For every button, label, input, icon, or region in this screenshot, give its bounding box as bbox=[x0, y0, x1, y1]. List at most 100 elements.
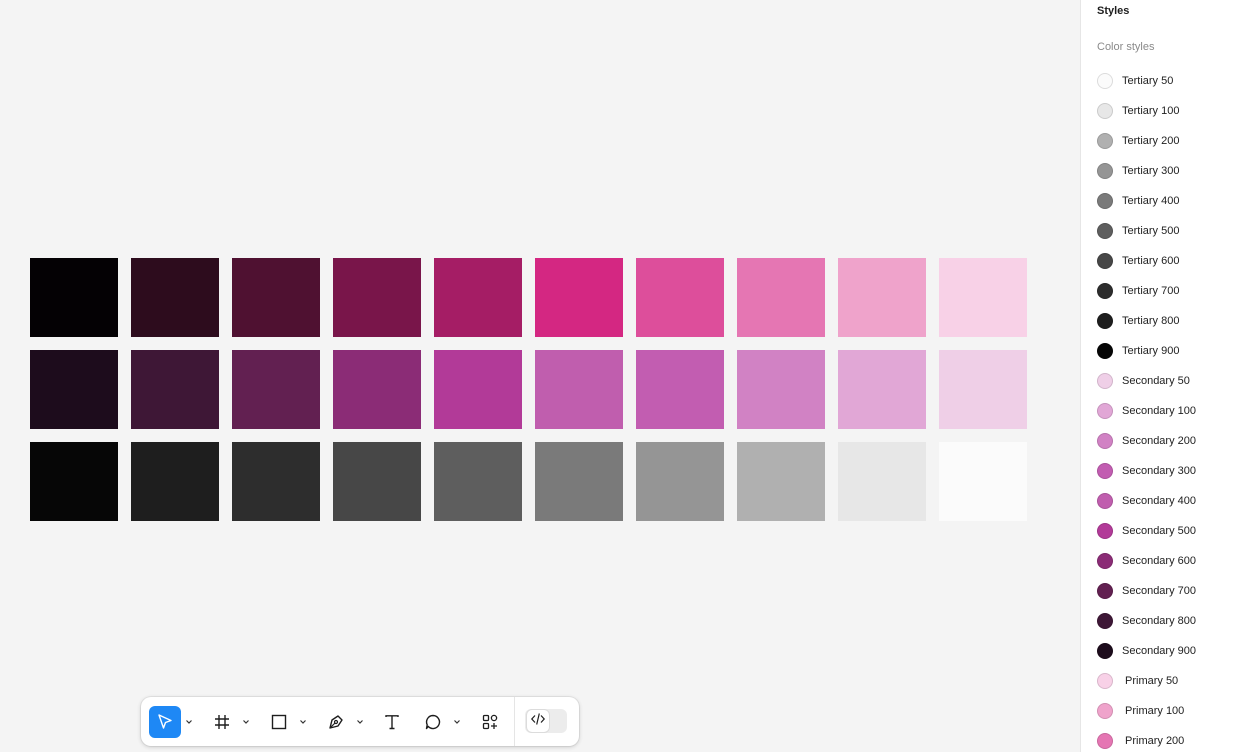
design-canvas[interactable] bbox=[0, 0, 1080, 752]
color-swatch[interactable] bbox=[838, 442, 926, 521]
color-swatch[interactable] bbox=[232, 442, 320, 521]
frame-tool-dropdown[interactable] bbox=[240, 706, 252, 738]
color-style-dot bbox=[1097, 583, 1113, 599]
actions-tool-button[interactable] bbox=[474, 706, 506, 738]
swatch-row-secondary bbox=[30, 350, 1027, 429]
color-swatch[interactable] bbox=[30, 350, 118, 429]
comment-tool-dropdown[interactable] bbox=[451, 706, 463, 738]
color-style-item[interactable]: Primary 200 bbox=[1081, 726, 1245, 752]
color-style-label: Secondary 700 bbox=[1122, 585, 1196, 597]
color-style-item[interactable]: Secondary 500 bbox=[1081, 516, 1245, 546]
swatch-row-tertiary bbox=[30, 442, 1027, 521]
color-swatch[interactable] bbox=[131, 442, 219, 521]
color-style-label: Primary 200 bbox=[1125, 735, 1185, 747]
color-style-dot bbox=[1097, 313, 1113, 329]
color-style-item[interactable]: Primary 100 bbox=[1081, 696, 1245, 726]
color-style-item[interactable]: Secondary 300 bbox=[1081, 456, 1245, 486]
pen-icon bbox=[327, 713, 345, 731]
color-style-item[interactable]: Secondary 800 bbox=[1081, 606, 1245, 636]
color-style-label: Tertiary 100 bbox=[1122, 105, 1180, 117]
color-style-item[interactable]: Tertiary 200 bbox=[1081, 126, 1245, 156]
color-style-dot bbox=[1097, 103, 1113, 119]
color-swatch[interactable] bbox=[939, 442, 1027, 521]
color-style-item[interactable]: Secondary 400 bbox=[1081, 486, 1245, 516]
color-swatch[interactable] bbox=[939, 258, 1027, 337]
color-swatch[interactable] bbox=[30, 258, 118, 337]
color-style-item[interactable]: Tertiary 900 bbox=[1081, 336, 1245, 366]
color-style-list: Tertiary 50 Tertiary 100 Tertiary 200 Terti… bbox=[1081, 66, 1245, 752]
color-swatch[interactable] bbox=[838, 350, 926, 429]
frame-tool-button[interactable] bbox=[206, 706, 238, 738]
color-style-dot bbox=[1097, 373, 1113, 389]
color-style-label: Secondary 200 bbox=[1122, 435, 1196, 447]
color-style-item[interactable]: Tertiary 300 bbox=[1081, 156, 1245, 186]
color-style-item[interactable]: Secondary 600 bbox=[1081, 546, 1245, 576]
color-style-item[interactable]: Tertiary 700 bbox=[1081, 276, 1245, 306]
color-swatch[interactable] bbox=[535, 442, 623, 521]
actions-icon bbox=[481, 713, 499, 731]
color-swatch[interactable] bbox=[30, 442, 118, 521]
color-style-dot bbox=[1097, 523, 1113, 539]
color-swatch[interactable] bbox=[232, 350, 320, 429]
color-swatch[interactable] bbox=[939, 350, 1027, 429]
text-tool-button[interactable] bbox=[376, 706, 408, 738]
shape-tool-button[interactable] bbox=[263, 706, 295, 738]
color-swatch[interactable] bbox=[434, 258, 522, 337]
color-style-item[interactable]: Tertiary 600 bbox=[1081, 246, 1245, 276]
color-swatch[interactable] bbox=[838, 258, 926, 337]
color-style-item[interactable]: Secondary 900 bbox=[1081, 636, 1245, 666]
dev-mode-toggle[interactable] bbox=[525, 709, 567, 733]
color-style-dot bbox=[1097, 343, 1113, 359]
color-style-item[interactable]: Primary 50 bbox=[1081, 666, 1245, 696]
color-style-item[interactable]: Tertiary 100 bbox=[1081, 96, 1245, 126]
color-style-item[interactable]: Tertiary 50 bbox=[1081, 66, 1245, 96]
color-style-label: Tertiary 500 bbox=[1122, 225, 1180, 237]
color-style-item[interactable]: Secondary 50 bbox=[1081, 366, 1245, 396]
pen-tool-button[interactable] bbox=[320, 706, 352, 738]
color-style-item[interactable]: Tertiary 800 bbox=[1081, 306, 1245, 336]
color-style-dot bbox=[1097, 493, 1113, 509]
move-tool-button[interactable] bbox=[149, 706, 181, 738]
comment-tool-button[interactable] bbox=[417, 706, 449, 738]
color-style-label: Tertiary 800 bbox=[1122, 315, 1180, 327]
shape-tool-dropdown[interactable] bbox=[297, 706, 309, 738]
move-tool-dropdown[interactable] bbox=[183, 706, 195, 738]
color-style-dot bbox=[1097, 193, 1113, 209]
color-style-item[interactable]: Secondary 700 bbox=[1081, 576, 1245, 606]
pointer-icon bbox=[156, 713, 174, 731]
color-style-item[interactable]: Secondary 100 bbox=[1081, 396, 1245, 426]
color-swatch[interactable] bbox=[737, 442, 825, 521]
color-swatch[interactable] bbox=[131, 258, 219, 337]
color-style-item[interactable]: Secondary 200 bbox=[1081, 426, 1245, 456]
color-swatch[interactable] bbox=[737, 350, 825, 429]
color-styles-heading: Color styles bbox=[1097, 41, 1155, 53]
color-style-dot bbox=[1097, 463, 1113, 479]
color-style-item[interactable]: Tertiary 500 bbox=[1081, 216, 1245, 246]
color-swatch[interactable] bbox=[333, 350, 421, 429]
rectangle-icon bbox=[270, 713, 288, 731]
color-swatch[interactable] bbox=[535, 258, 623, 337]
color-style-item[interactable]: Tertiary 400 bbox=[1081, 186, 1245, 216]
color-style-label: Tertiary 400 bbox=[1122, 195, 1180, 207]
color-style-dot bbox=[1097, 673, 1113, 689]
panel-title: Styles bbox=[1097, 5, 1130, 17]
color-swatch[interactable] bbox=[535, 350, 623, 429]
color-swatch[interactable] bbox=[434, 350, 522, 429]
color-swatch[interactable] bbox=[333, 258, 421, 337]
color-style-label: Tertiary 700 bbox=[1122, 285, 1180, 297]
pen-tool-dropdown[interactable] bbox=[354, 706, 366, 738]
color-style-dot bbox=[1097, 613, 1113, 629]
color-swatch[interactable] bbox=[737, 258, 825, 337]
color-swatch[interactable] bbox=[434, 442, 522, 521]
color-swatch[interactable] bbox=[131, 350, 219, 429]
chevron-down-icon bbox=[453, 719, 461, 725]
color-swatch[interactable] bbox=[232, 258, 320, 337]
color-swatch[interactable] bbox=[636, 442, 724, 521]
color-style-dot bbox=[1097, 223, 1113, 239]
color-style-label: Secondary 300 bbox=[1122, 465, 1196, 477]
color-swatch[interactable] bbox=[636, 258, 724, 337]
color-style-dot bbox=[1097, 283, 1113, 299]
color-swatch[interactable] bbox=[333, 442, 421, 521]
color-style-label: Secondary 900 bbox=[1122, 645, 1196, 657]
color-swatch[interactable] bbox=[636, 350, 724, 429]
